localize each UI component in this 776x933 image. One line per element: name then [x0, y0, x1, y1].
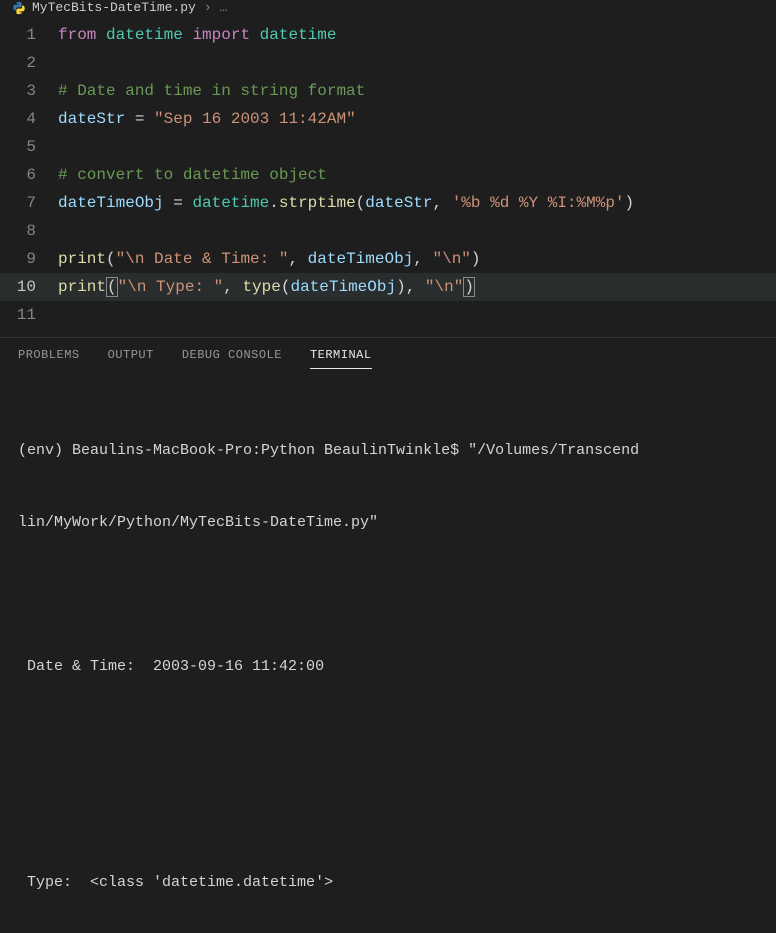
line-number: 5 [0, 133, 58, 161]
line-number: 11 [0, 301, 58, 329]
builtin-type: type [242, 278, 280, 296]
keyword-import: import [192, 26, 250, 44]
line-number: 1 [0, 21, 58, 49]
code-line: 3 # Date and time in string format [0, 77, 776, 105]
python-file-icon [12, 1, 26, 15]
line-number: 10 [0, 273, 58, 301]
terminal-line [18, 727, 758, 751]
format-string: '%b %d %Y %I:%M%p' [452, 194, 625, 212]
comment: # Date and time in string format [58, 82, 365, 100]
method: strptime [279, 194, 356, 212]
code-line: 2 [0, 49, 776, 77]
line-number: 2 [0, 49, 58, 77]
tab-problems[interactable]: PROBLEMS [18, 348, 80, 369]
line-number: 6 [0, 161, 58, 189]
code-line: 4 dateStr = "Sep 16 2003 11:42AM" [0, 105, 776, 133]
code-line: 11 [0, 301, 776, 329]
terminal-line: (env) Beaulins-MacBook-Pro:Python Beauli… [18, 439, 758, 463]
comment: # convert to datetime object [58, 166, 327, 184]
tab-output[interactable]: OUTPUT [108, 348, 154, 369]
bracket-highlight: ) [463, 277, 475, 297]
keyword-from: from [58, 26, 96, 44]
breadcrumb-filename[interactable]: MyTecBits-DateTime.py [32, 0, 196, 15]
terminal-line: lin/MyWork/Python/MyTecBits-DateTime.py" [18, 511, 758, 535]
line-number: 8 [0, 217, 58, 245]
code-line: 8 [0, 217, 776, 245]
module-name: datetime [260, 26, 337, 44]
breadcrumb[interactable]: MyTecBits-DateTime.py › … [0, 0, 776, 15]
chevron-right-icon: › [204, 0, 212, 15]
code-line: 7 dateTimeObj = datetime.strptime(dateSt… [0, 189, 776, 217]
terminal-line: Date & Time: 2003-09-16 11:42:00 [18, 655, 758, 679]
line-number: 7 [0, 189, 58, 217]
code-editor[interactable]: 1 from datetime import datetime 2 3 # Da… [0, 15, 776, 337]
bracket-highlight: ( [106, 277, 118, 297]
print-call: print [58, 278, 106, 296]
object: datetime [192, 194, 269, 212]
breadcrumb-more[interactable]: … [220, 0, 228, 15]
code-line: 6 # convert to datetime object [0, 161, 776, 189]
variable: dateStr [58, 110, 125, 128]
operator: = [125, 110, 154, 128]
line-number: 9 [0, 245, 58, 273]
line-number: 3 [0, 77, 58, 105]
tab-terminal[interactable]: TERMINAL [310, 348, 372, 369]
code-line-current: 10 print("\n Type: ", type(dateTimeObj),… [0, 273, 776, 301]
print-call: print [58, 250, 106, 268]
code-line: 1 from datetime import datetime [0, 21, 776, 49]
variable: dateTimeObj [58, 194, 164, 212]
terminal-line [18, 799, 758, 823]
terminal-output[interactable]: (env) Beaulins-MacBook-Pro:Python Beauli… [0, 377, 776, 933]
terminal-line [18, 583, 758, 607]
tab-debug-console[interactable]: DEBUG CONSOLE [182, 348, 282, 369]
code-line: 9 print("\n Date & Time: ", dateTimeObj,… [0, 245, 776, 273]
string-literal: "Sep 16 2003 11:42AM" [154, 110, 356, 128]
panel-tabs: PROBLEMS OUTPUT DEBUG CONSOLE TERMINAL [0, 337, 776, 377]
line-number: 4 [0, 105, 58, 133]
code-line: 5 [0, 133, 776, 161]
terminal-line: Type: <class 'datetime.datetime'> [18, 871, 758, 895]
module-name: datetime [106, 26, 183, 44]
